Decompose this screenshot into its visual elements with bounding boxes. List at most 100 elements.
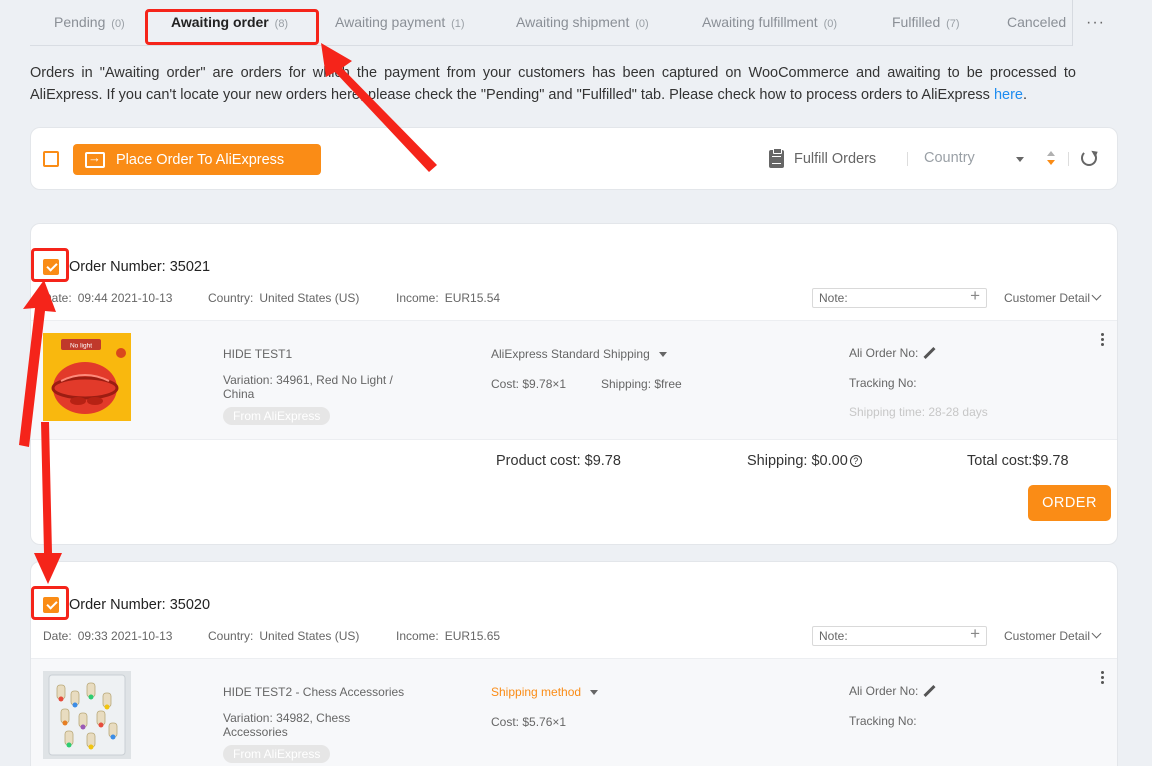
chevron-down-icon xyxy=(1091,628,1102,639)
tab-awaiting-shipment[interactable]: Awaiting shipment (0) xyxy=(516,14,649,30)
customer-detail-toggle[interactable]: Customer Detail xyxy=(1004,628,1102,643)
fulfill-orders-button[interactable]: Fulfill Orders xyxy=(769,148,876,168)
shipping-total: Shipping: $0.00? xyxy=(747,453,862,469)
country-value: United States (US) xyxy=(259,629,360,643)
shipping-method-value: Shipping method xyxy=(491,685,582,699)
edit-pencil-icon[interactable] xyxy=(923,346,936,359)
country-placeholder: Country xyxy=(924,150,975,166)
tab-awaiting-fulfillment[interactable]: Awaiting fulfillment (0) xyxy=(702,14,837,30)
product-variation: Variation: 34982, Chess Accessories xyxy=(223,711,351,739)
tab-awaiting-payment[interactable]: Awaiting payment (1) xyxy=(335,14,465,30)
place-order-label: Place Order To AliExpress xyxy=(116,151,285,168)
annotation-highlight-checkbox xyxy=(31,586,69,620)
country-value: United States (US) xyxy=(259,291,360,305)
shipping-method-value: AliExpress Standard Shipping xyxy=(491,347,650,361)
annotation-highlight-tab xyxy=(145,9,319,45)
product-image-ball: No light xyxy=(43,333,131,421)
tab-description: Orders in "Awaiting order" are orders fo… xyxy=(30,62,1076,106)
note-placeholder: Note: xyxy=(819,629,848,643)
place-order-icon xyxy=(85,150,105,168)
total-cost: Total cost:$9.78 xyxy=(967,453,1069,469)
tab-label: Awaiting shipment xyxy=(516,14,630,30)
order-button[interactable]: ORDER xyxy=(1028,485,1111,521)
order-card: Order Number: 35021 Date: 09:44 2021-10-1… xyxy=(30,223,1118,545)
toolbar-divider xyxy=(1068,152,1069,166)
country-select[interactable]: Country xyxy=(924,150,1024,166)
sort-toggle[interactable] xyxy=(1047,151,1055,167)
product-cost-total: Product cost: $9.78 xyxy=(496,453,621,469)
shipping-time: Shipping time: 28-28 days xyxy=(849,405,988,419)
product-image[interactable]: No light xyxy=(43,333,131,421)
date-value: 09:33 2021-10-13 xyxy=(77,629,173,643)
tab-count: (7) xyxy=(946,18,960,30)
date-label: Date: xyxy=(43,629,72,643)
edit-pencil-icon[interactable] xyxy=(923,684,936,697)
more-options-icon[interactable] xyxy=(1101,671,1105,687)
help-icon[interactable]: ? xyxy=(849,455,862,467)
select-all-checkbox[interactable] xyxy=(43,151,59,167)
annotation-highlight-checkbox xyxy=(31,248,69,282)
chevron-down-icon xyxy=(1091,290,1102,301)
tabs-more-button[interactable]: ··· xyxy=(1072,0,1118,46)
refresh-icon[interactable] xyxy=(1081,150,1097,166)
clipboard-icon xyxy=(769,148,784,168)
source-tag: From AliExpress xyxy=(223,745,331,763)
tab-label: Canceled xyxy=(1007,14,1067,30)
order-card: Order Number: 35020 Date: 09:33 2021-10-1… xyxy=(30,561,1118,766)
income-value: EUR15.65 xyxy=(444,629,501,643)
order-country: Country: United States (US) xyxy=(208,629,359,643)
sort-up-icon xyxy=(1047,151,1055,156)
income-value: EUR15.54 xyxy=(444,291,501,305)
order-item-row: No light HIDE TEST1 Variation: 34961, Re… xyxy=(31,320,1117,440)
caret-down-icon xyxy=(1016,157,1024,162)
customer-detail-label: Customer Detail xyxy=(1004,629,1091,643)
item-cost: Cost: $5.76×1 xyxy=(491,715,567,729)
ali-order-number: Ali Order No: xyxy=(849,684,936,699)
shipping-total-value: Shipping: $0.00 xyxy=(747,453,848,469)
item-shipping: Shipping: $free xyxy=(601,377,682,391)
product-name[interactable]: HIDE TEST2 - Chess Accessories xyxy=(223,685,404,699)
product-name[interactable]: HIDE TEST1 xyxy=(223,347,292,361)
order-income: Income: EUR15.54 xyxy=(396,291,500,305)
product-image[interactable] xyxy=(43,671,131,759)
tab-label: Fulfilled xyxy=(892,14,941,30)
customer-detail-label: Customer Detail xyxy=(1004,291,1091,305)
add-note-icon[interactable]: + xyxy=(970,287,980,305)
place-order-button[interactable]: Place Order To AliExpress xyxy=(73,144,321,175)
tab-count: (0) xyxy=(823,18,838,30)
tab-count: (1) xyxy=(451,18,465,30)
here-link[interactable]: here xyxy=(994,87,1023,103)
note-input[interactable]: Note: + xyxy=(812,287,987,308)
item-cost: Cost: $9.78×1 xyxy=(491,377,567,391)
shipping-method-select[interactable]: AliExpress Standard Shipping xyxy=(491,347,667,361)
shipping-method-select[interactable]: Shipping method xyxy=(491,685,599,699)
country-label: Country: xyxy=(208,629,254,643)
date-value: 09:44 2021-10-13 xyxy=(77,291,173,305)
customer-detail-toggle[interactable]: Customer Detail xyxy=(1004,290,1102,305)
ali-order-label: Ali Order No: xyxy=(849,346,919,360)
ali-order-label: Ali Order No: xyxy=(849,684,919,698)
tab-fulfilled[interactable]: Fulfilled (7) xyxy=(892,14,960,30)
date-label: Date: xyxy=(43,291,72,305)
tab-canceled[interactable]: Canceled ( xyxy=(1007,14,1076,30)
ali-order-number: Ali Order No: xyxy=(849,346,936,361)
add-note-icon[interactable]: + xyxy=(970,625,980,643)
tab-label: Awaiting fulfillment xyxy=(702,14,818,30)
order-number: Order Number: 35020 xyxy=(69,597,211,613)
product-image-caption: No light xyxy=(70,343,92,350)
order-country: Country: United States (US) xyxy=(208,291,359,305)
order-number: Order Number: 35021 xyxy=(69,259,211,275)
description-end: . xyxy=(1022,87,1028,103)
country-label: Country: xyxy=(208,291,254,305)
more-options-icon[interactable] xyxy=(1101,333,1105,349)
order-date: Date: 09:33 2021-10-13 xyxy=(43,629,172,643)
toolbar-divider xyxy=(907,152,908,166)
order-date: Date: 09:44 2021-10-13 xyxy=(43,291,172,305)
tab-count: (0) xyxy=(111,18,125,30)
caret-down-icon xyxy=(590,690,599,696)
note-input[interactable]: Note: + xyxy=(812,625,987,646)
caret-down-icon xyxy=(658,352,667,358)
tab-count: (0) xyxy=(635,18,649,30)
tab-pending[interactable]: Pending (0) xyxy=(54,14,125,30)
tab-label: Awaiting payment xyxy=(335,14,446,30)
